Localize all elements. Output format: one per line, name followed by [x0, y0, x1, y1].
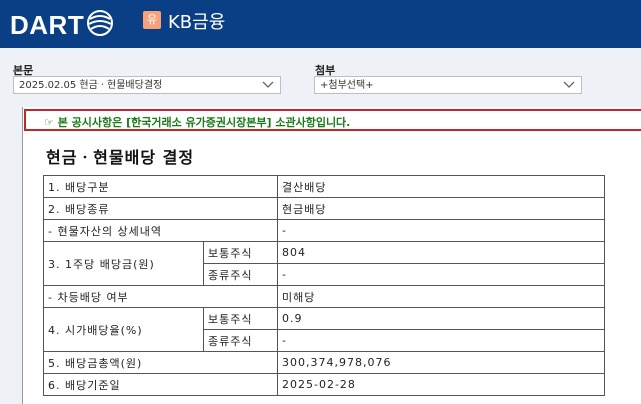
row-value: -	[277, 263, 605, 286]
attach-select-value: +첨부선택+	[320, 80, 374, 91]
table-row: 5. 배당금총액(원) 300,374,978,076	[43, 351, 605, 374]
row-label: 5. 배당금총액(원)	[43, 351, 278, 374]
row-label: 6. 배당기준일	[43, 373, 278, 396]
main-document-select[interactable]: 2025.02.05 현금ㆍ현물배당결정	[13, 76, 281, 94]
row-label: - 차등배당 여부	[43, 285, 278, 308]
table-row: 1. 배당구분 결산배당	[43, 175, 605, 198]
company-name: KB금융	[168, 12, 226, 33]
jurisdiction-notice: ☞ 본 공시사항은 [한국거래소 유가증권시장본부] 소관사항입니다.	[24, 109, 641, 131]
row-value: 현금배당	[277, 197, 605, 220]
app-header: DART 유 KB금융	[0, 0, 641, 48]
chevron-down-icon	[563, 81, 575, 88]
table-row: 4. 시가배당율(%) 보통주식 0.9	[43, 307, 605, 352]
row-value: -	[277, 219, 605, 242]
notice-text: ☞ 본 공시사항은 [한국거래소 유가증권시장본부] 소관사항입니다.	[44, 116, 351, 129]
table-row: - 현물자산의 상세내역 -	[43, 219, 605, 242]
chevron-down-icon	[262, 81, 274, 88]
row-value: -	[277, 329, 605, 352]
row-value: 미해당	[277, 285, 605, 308]
row-value: 804	[277, 241, 605, 264]
main-select-value: 2025.02.05 현금ㆍ현물배당결정	[19, 80, 163, 91]
row-value: 300,374,978,076	[277, 351, 605, 374]
row-sublabel: 보통주식	[203, 241, 278, 264]
row-label: - 현물자산의 상세내역	[43, 219, 278, 242]
attachment-select[interactable]: +첨부선택+	[314, 76, 582, 94]
dividend-table: 1. 배당구분 결산배당 2. 배당종류 현금배당 - 현물자산의 상세내역 -…	[43, 175, 605, 396]
row-value: 0.9	[277, 307, 605, 330]
row-value: 2025-02-28	[277, 373, 605, 396]
row-sublabel: 보통주식	[203, 307, 278, 330]
row-label: 4. 시가배당율(%)	[43, 307, 204, 352]
row-sublabel: 종류주식	[203, 263, 278, 286]
row-label: 2. 배당종류	[43, 197, 278, 220]
table-row: 6. 배당기준일 2025-02-28	[43, 373, 605, 396]
market-badge: 유	[143, 11, 161, 29]
row-sublabel: 종류주식	[203, 329, 278, 352]
table-row: 3. 1주당 배당금(원) 보통주식 804	[43, 241, 605, 286]
row-label: 1. 배당구분	[43, 175, 278, 198]
dart-logo[interactable]: DART	[10, 10, 84, 41]
document-title: 현금ㆍ현물배당 결정	[46, 148, 195, 167]
dart-globe-icon	[87, 10, 113, 36]
row-label: 3. 1주당 배당금(원)	[43, 241, 204, 286]
row-value: 결산배당	[277, 175, 605, 198]
table-row: - 차등배당 여부 미해당	[43, 285, 605, 308]
table-row: 2. 배당종류 현금배당	[43, 197, 605, 220]
